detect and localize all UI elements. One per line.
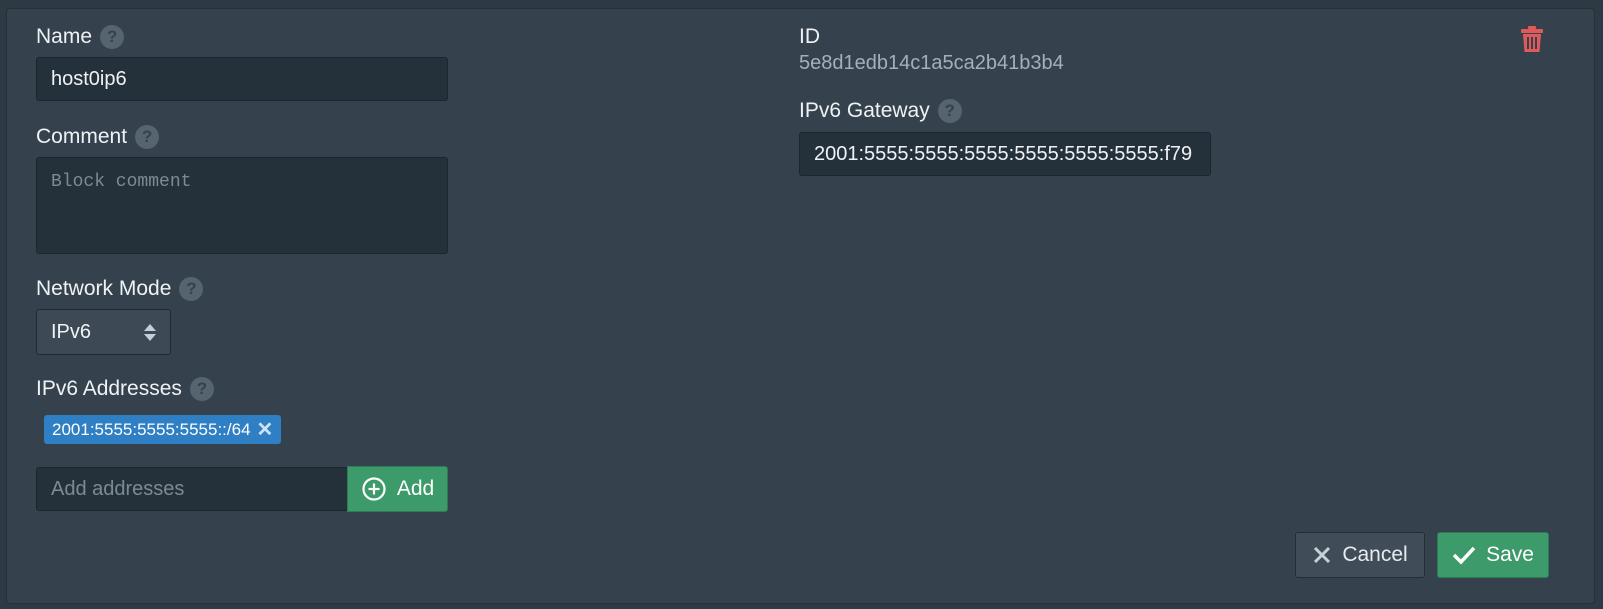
name-help-icon[interactable]: ? <box>100 25 125 49</box>
network-mode-label-text: Network Mode <box>36 277 172 300</box>
ipv6-gateway-help-icon[interactable]: ? <box>937 99 962 123</box>
ipv6-gateway-input[interactable] <box>799 132 1211 176</box>
add-button-label: Add <box>396 477 435 500</box>
remove-chip-icon[interactable]: ✕ <box>257 417 274 442</box>
ipv6-addresses-help-icon[interactable]: ? <box>189 377 214 401</box>
ipv6-address-chip-text: 2001:5555:5555:5555::/64 <box>52 419 251 439</box>
network-mode-select[interactable]: IPv6 <box>36 309 171 355</box>
ipv6-address-chip: 2001:5555:5555:5555::/64 ✕ <box>44 415 282 444</box>
name-label: Name ? <box>36 25 125 49</box>
ipv6-addresses-label: IPv6 Addresses ? <box>36 377 214 401</box>
ipv6-addresses-label-text: IPv6 Addresses <box>36 377 182 400</box>
id-label-text: ID <box>799 25 820 48</box>
comment-label: Comment ? <box>36 125 160 149</box>
trash-icon <box>1521 26 1543 52</box>
name-label-text: Name <box>36 25 93 48</box>
network-mode-help-icon[interactable]: ? <box>179 277 204 301</box>
add-address-button[interactable]: Add <box>347 466 448 512</box>
save-button[interactable]: Save <box>1437 532 1549 578</box>
select-arrows-icon <box>144 323 156 341</box>
comment-help-icon[interactable]: ? <box>135 125 160 149</box>
ipv6-gateway-label-text: IPv6 Gateway <box>799 99 930 122</box>
block-edit-panel: Name ? Comment ? Network Mode ? IPv6 IPv… <box>6 8 1595 604</box>
check-icon <box>1452 546 1476 565</box>
id-value: 5e8d1edb14c1a5ca2b41b3b4 <box>799 52 1064 74</box>
id-label: ID <box>799 25 820 49</box>
cancel-button[interactable]: Cancel <box>1295 532 1425 578</box>
cancel-button-label: Cancel <box>1342 543 1408 566</box>
save-button-label: Save <box>1486 543 1534 566</box>
comment-label-text: Comment <box>36 125 128 148</box>
name-input[interactable] <box>36 57 448 101</box>
network-mode-value: IPv6 <box>51 320 92 343</box>
plus-circle-icon <box>362 477 386 501</box>
comment-textarea[interactable] <box>36 157 448 254</box>
network-mode-label: Network Mode ? <box>36 277 204 301</box>
ipv6-gateway-label: IPv6 Gateway ? <box>799 99 962 123</box>
add-addresses-input[interactable] <box>36 467 348 511</box>
delete-button[interactable] <box>1519 25 1545 53</box>
x-icon <box>1314 546 1331 564</box>
